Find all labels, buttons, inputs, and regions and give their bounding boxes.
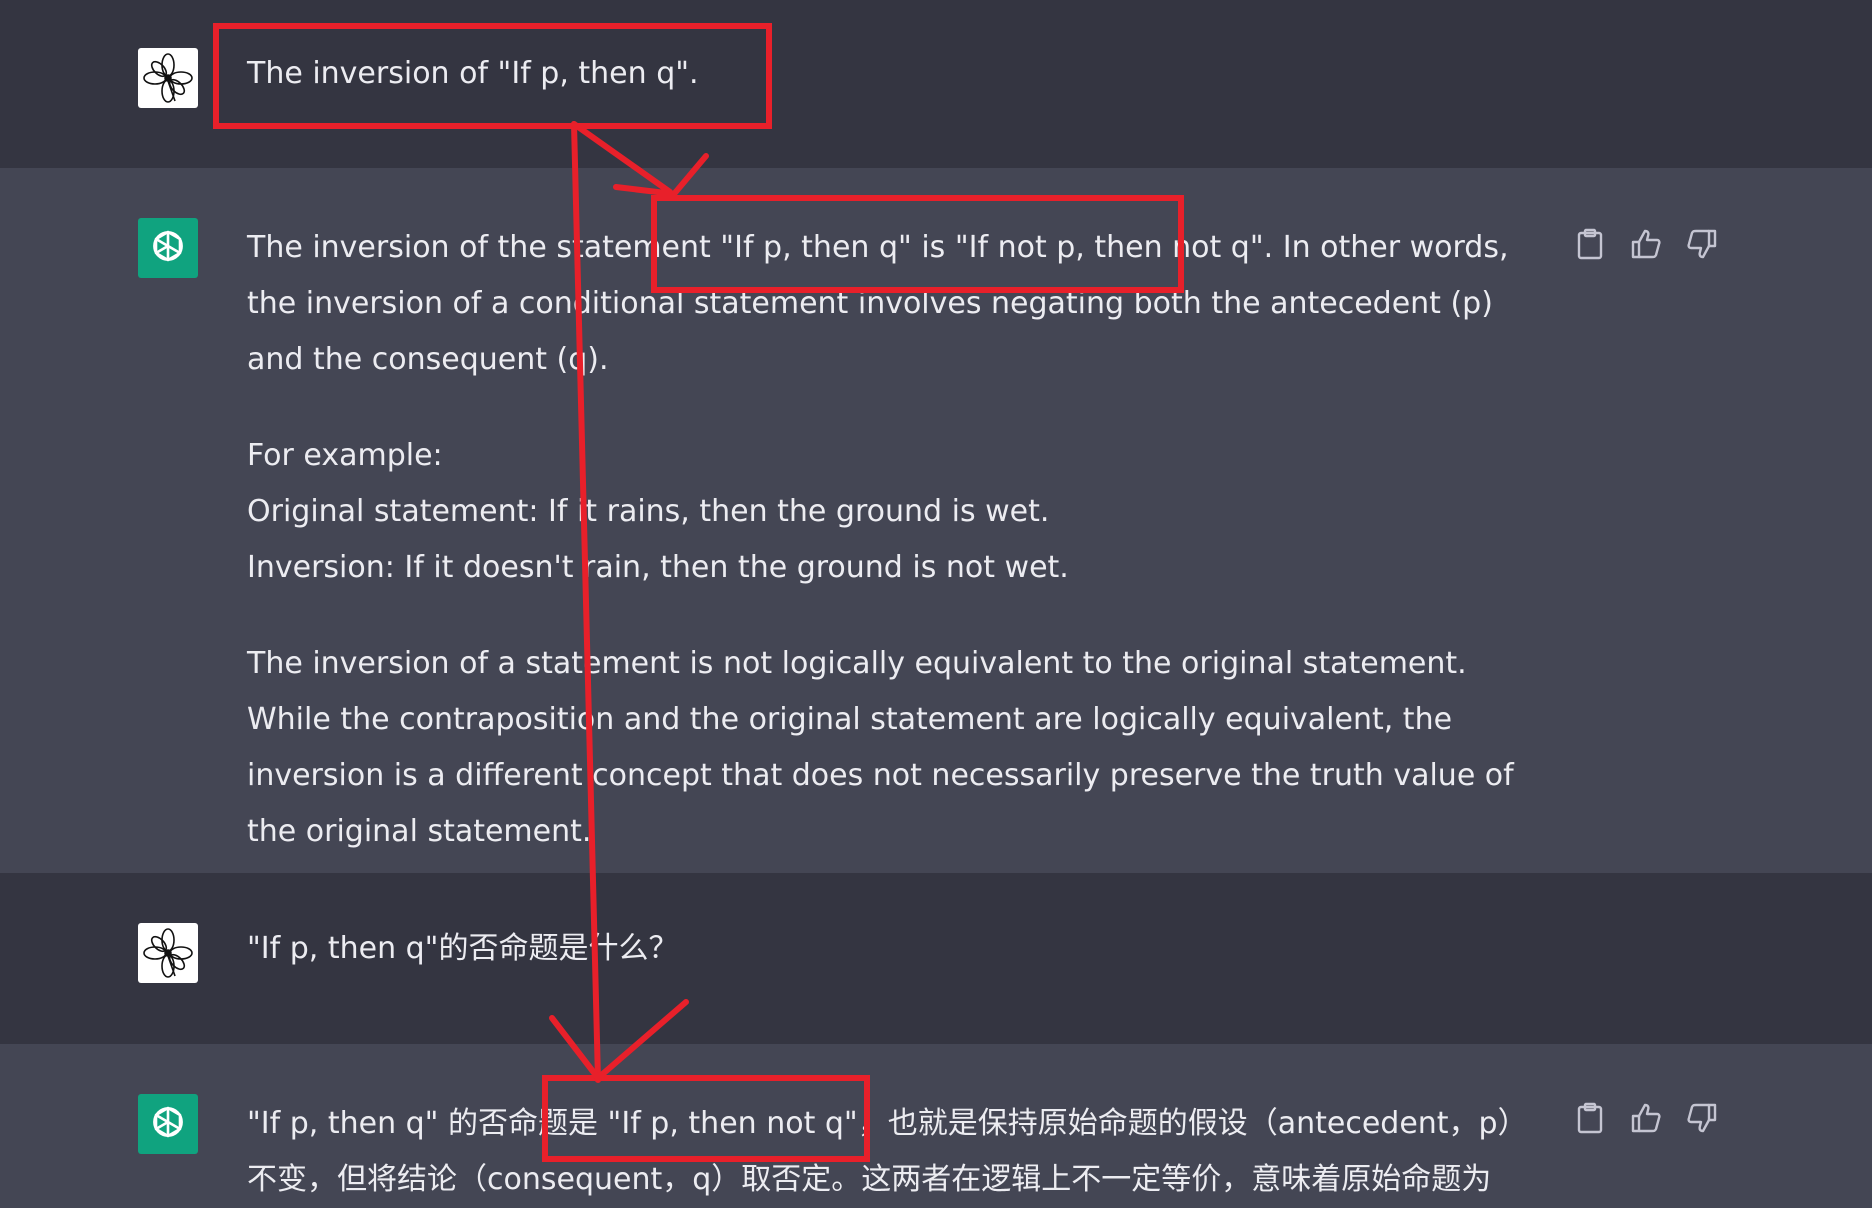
clipboard-icon[interactable] (1572, 1100, 1608, 1136)
flower-avatar-icon (138, 48, 198, 108)
chatgpt-logo-icon (138, 218, 198, 278)
thumbs-up-icon[interactable] (1628, 1100, 1664, 1136)
assistant-paragraph: Inversion: If it doesn't rain, then the … (247, 550, 1069, 585)
assistant-paragraph: For example: (247, 438, 443, 473)
user-message-text: "If p, then q"的否命题是什么？ (247, 931, 679, 966)
clipboard-icon[interactable] (1572, 226, 1608, 262)
flower-avatar-icon (138, 923, 198, 983)
thumbs-down-icon[interactable] (1684, 226, 1720, 262)
assistant-paragraph: "If p, then q" 的否命题是 "If p, then not q"，… (247, 1106, 1528, 1197)
assistant-message-row-2: "If p, then q" 的否命题是 "If p, then not q"，… (0, 1044, 1872, 1206)
assistant-paragraph: The inversion of a statement is not logi… (247, 646, 1514, 849)
message-actions (1572, 226, 1720, 262)
assistant-message-body: The inversion of the statement "If p, th… (247, 220, 1547, 860)
message-actions (1572, 1100, 1720, 1136)
user-message-row-2: "If p, then q"的否命题是什么？ (0, 873, 1872, 1045)
chatgpt-logo-icon (138, 1094, 198, 1154)
user-message-text: The inversion of "If p, then q". (247, 56, 699, 91)
user-message-row-1: The inversion of "If p, then q". (0, 0, 1872, 169)
assistant-paragraph: Original statement: If it rains, then th… (247, 494, 1050, 529)
assistant-message-body: "If p, then q" 的否命题是 "If p, then not q"，… (247, 1096, 1547, 1208)
assistant-paragraph: The inversion of the statement "If p, th… (247, 230, 1509, 377)
thumbs-down-icon[interactable] (1684, 1100, 1720, 1136)
thumbs-up-icon[interactable] (1628, 226, 1664, 262)
assistant-message-row-1: The inversion of the statement "If p, th… (0, 168, 1872, 874)
